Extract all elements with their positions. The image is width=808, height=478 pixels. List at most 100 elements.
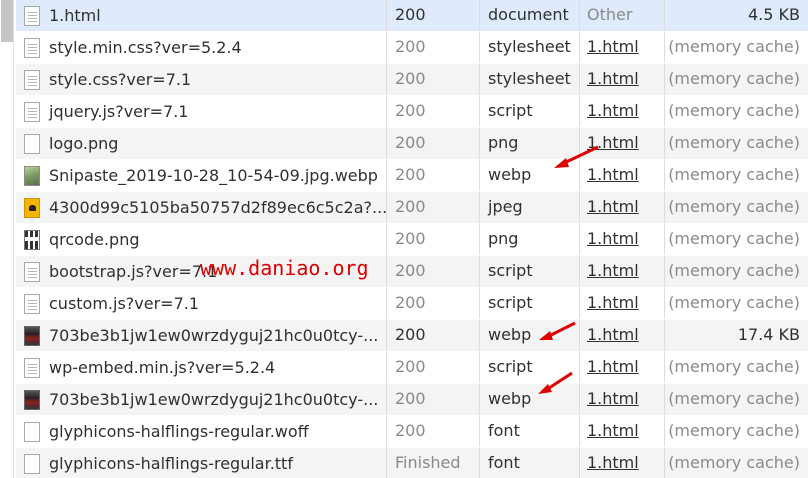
vertical-scrollbar[interactable] — [0, 0, 14, 478]
initiator-link[interactable]: 1.html — [587, 197, 639, 216]
name-cell: 703be3b1jw1ew0wrzdyguj21hc0u0tcy-... — [16, 384, 387, 415]
table-row[interactable]: Snipaste_2019-10-28_10-54-09.jpg.webp 20… — [16, 160, 808, 192]
initiator-link[interactable]: 1.html — [587, 453, 639, 472]
initiator-link[interactable]: 1.html — [587, 293, 639, 312]
table-row[interactable]: custom.js?ver=7.1 200 script 1.html (mem… — [16, 288, 808, 320]
status-cell: 200 — [387, 320, 480, 351]
table-row[interactable]: bootstrap.js?ver=7.1 200 script 1.html (… — [16, 256, 808, 288]
type-cell: script — [480, 96, 580, 127]
status-cell: 200 — [387, 288, 480, 319]
request-name: Snipaste_2019-10-28_10-54-09.jpg.webp — [49, 165, 378, 185]
type-cell: script — [480, 288, 580, 319]
name-cell: Snipaste_2019-10-28_10-54-09.jpg.webp — [16, 160, 387, 191]
table-row[interactable]: 703be3b1jw1ew0wrzdyguj21hc0u0tcy-... 200… — [16, 384, 808, 416]
size-cell: (memory cache) — [668, 389, 800, 408]
size-cell: (memory cache) — [668, 421, 800, 440]
size-cell: (memory cache) — [668, 293, 800, 312]
name-cell: glyphicons-halflings-regular.ttf — [16, 448, 387, 478]
name-cell: wp-embed.min.js?ver=5.2.4 — [16, 352, 387, 383]
table-row[interactable]: wp-embed.min.js?ver=5.2.4 200 script 1.h… — [16, 352, 808, 384]
initiator-cell: 1.html — [580, 192, 665, 223]
status-cell: 200 — [387, 416, 480, 447]
name-cell: 1.html — [16, 0, 387, 31]
size-cell: (memory cache) — [668, 69, 800, 88]
network-request-table: 1.html 200 document Other 4.5 KB style.m… — [16, 0, 808, 478]
request-name: glyphicons-halflings-regular.woff — [49, 421, 309, 441]
request-name: glyphicons-halflings-regular.ttf — [49, 453, 293, 473]
script-file-icon — [24, 101, 40, 122]
initiator-link[interactable]: 1.html — [587, 101, 639, 120]
type-cell: font — [480, 416, 580, 447]
size-cell: 4.5 KB — [748, 5, 800, 24]
stylesheet-file-icon — [24, 69, 40, 90]
initiator-link[interactable]: 1.html — [587, 69, 639, 88]
table-row[interactable]: style.css?ver=7.1 200 stylesheet 1.html … — [16, 64, 808, 96]
request-name: logo.png — [49, 133, 119, 153]
initiator-cell: 1.html — [580, 448, 665, 478]
size-cell: (memory cache) — [668, 133, 800, 152]
watermark-text: www.daniao.org — [200, 256, 369, 280]
size-cell: (memory cache) — [668, 357, 800, 376]
request-name: custom.js?ver=7.1 — [49, 293, 200, 313]
initiator-cell: 1.html — [580, 384, 665, 415]
table-row[interactable]: 4300d99c5105ba50757d2f89ec6c5c2a?... 200… — [16, 192, 808, 224]
initiator-link[interactable]: 1.html — [587, 229, 639, 248]
type-cell: jpeg — [480, 192, 580, 223]
size-cell: (memory cache) — [668, 197, 800, 216]
request-name: style.css?ver=7.1 — [49, 69, 192, 89]
red-arrow-icon — [539, 321, 576, 340]
stylesheet-file-icon — [24, 37, 40, 58]
table-row[interactable]: style.min.css?ver=5.2.4 200 stylesheet 1… — [16, 32, 808, 64]
request-name: 703be3b1jw1ew0wrzdyguj21hc0u0tcy-... — [49, 389, 379, 409]
initiator-link[interactable]: 1.html — [587, 357, 639, 376]
image-thumbnail-icon — [24, 325, 40, 346]
table-row[interactable]: logo.png 200 png 1.html (memory cache) — [16, 128, 808, 160]
table-row[interactable]: jquery.js?ver=7.1 200 script 1.html (mem… — [16, 96, 808, 128]
initiator-cell: 1.html — [580, 96, 665, 127]
scrollbar-thumb[interactable] — [1, 0, 13, 42]
initiator-cell: 1.html — [580, 320, 665, 351]
status-cell: 200 — [387, 128, 480, 159]
initiator-cell: 1.html — [580, 224, 665, 255]
size-cell: (memory cache) — [668, 229, 800, 248]
name-cell: custom.js?ver=7.1 — [16, 288, 387, 319]
script-file-icon — [24, 357, 40, 378]
initiator-link[interactable]: 1.html — [587, 421, 639, 440]
type-cell: font — [480, 448, 580, 478]
request-name: wp-embed.min.js?ver=5.2.4 — [49, 357, 276, 377]
red-arrow-icon — [554, 145, 599, 168]
initiator-cell: Other — [580, 0, 665, 31]
status-cell: 200 — [387, 352, 480, 383]
initiator-cell: 1.html — [580, 416, 665, 447]
avatar-thumbnail-icon — [24, 197, 40, 218]
red-arrow-icon — [538, 371, 573, 394]
status-cell: 200 — [387, 192, 480, 223]
table-row[interactable]: glyphicons-halflings-regular.woff 200 fo… — [16, 416, 808, 448]
initiator-link[interactable]: 1.html — [587, 261, 639, 280]
table-row[interactable]: glyphicons-halflings-regular.ttf Finishe… — [16, 448, 808, 478]
name-cell: 703be3b1jw1ew0wrzdyguj21hc0u0tcy-... — [16, 320, 387, 351]
name-cell: glyphicons-halflings-regular.woff — [16, 416, 387, 447]
size-cell: (memory cache) — [668, 165, 800, 184]
font-file-icon — [24, 421, 40, 442]
request-name: jquery.js?ver=7.1 — [49, 101, 189, 121]
image-thumbnail-icon — [24, 389, 40, 410]
table-row[interactable]: 703be3b1jw1ew0wrzdyguj21hc0u0tcy-... 200… — [16, 320, 808, 352]
table-row[interactable]: qrcode.png 200 png 1.html (memory cache) — [16, 224, 808, 256]
table-row[interactable]: 1.html 200 document Other 4.5 KB — [16, 0, 808, 32]
initiator-link[interactable]: 1.html — [587, 37, 639, 56]
status-cell: 200 — [387, 32, 480, 63]
script-file-icon — [24, 261, 40, 282]
initiator-link[interactable]: 1.html — [587, 325, 639, 344]
initiator-link[interactable]: 1.html — [587, 389, 639, 408]
request-name: qrcode.png — [49, 229, 140, 249]
status-cell: Finished — [387, 448, 480, 478]
request-name: 1.html — [49, 5, 101, 25]
status-cell: 200 — [387, 64, 480, 95]
size-cell: (memory cache) — [668, 37, 800, 56]
status-cell: 200 — [387, 0, 480, 31]
image-thumbnail-icon — [24, 165, 40, 186]
name-cell: style.css?ver=7.1 — [16, 64, 387, 95]
name-cell: jquery.js?ver=7.1 — [16, 96, 387, 127]
status-cell: 200 — [387, 96, 480, 127]
